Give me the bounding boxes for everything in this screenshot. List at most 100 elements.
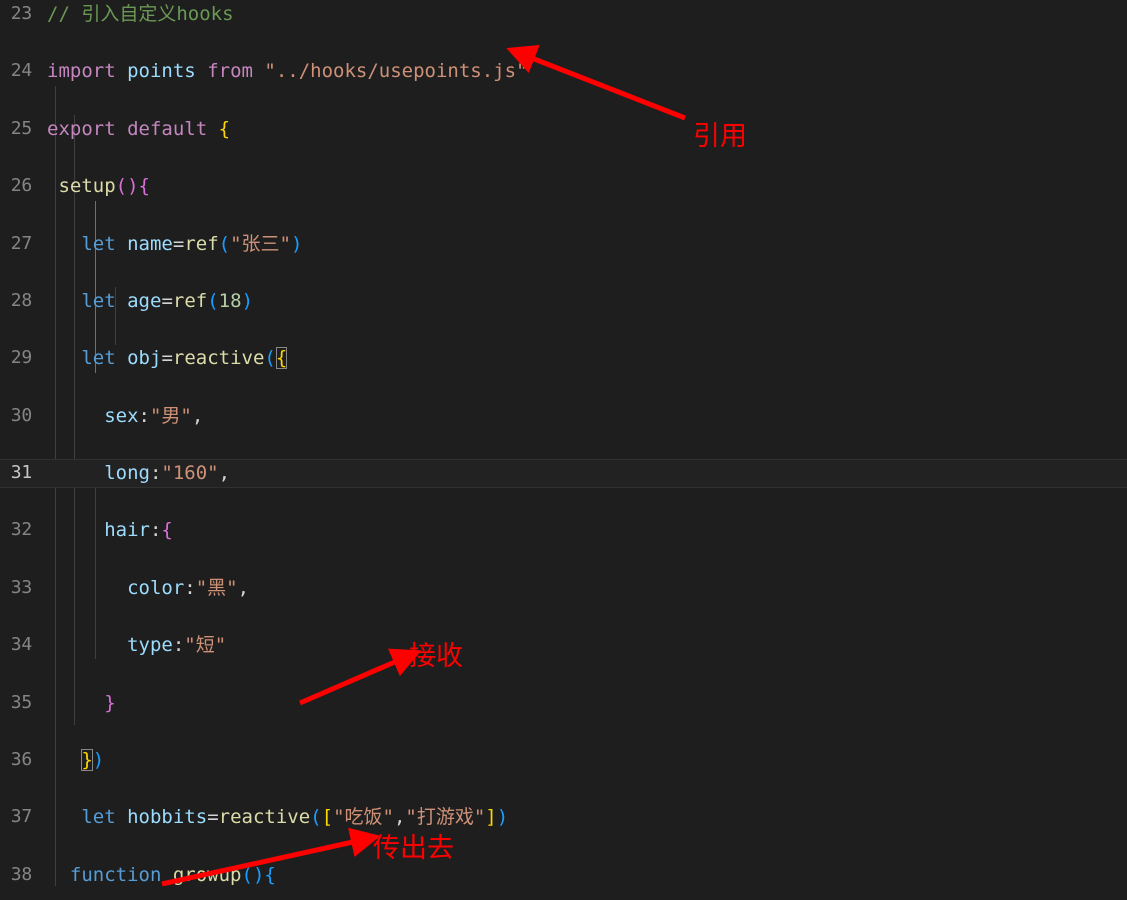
- paren-close: ): [92, 749, 105, 772]
- hair-key: hair: [104, 519, 150, 542]
- paren-close: ): [241, 289, 254, 312]
- type-key: type: [127, 634, 173, 657]
- line-number: 25: [10, 117, 32, 139]
- code-line-31-active[interactable]: 31 long:"160",: [0, 459, 1127, 488]
- brace-open: {: [161, 519, 173, 542]
- line-number: 26: [10, 175, 32, 197]
- line-content: setup(){: [47, 172, 150, 201]
- line-number: 38: [10, 863, 32, 885]
- line-content: let name=ref("张三"): [81, 232, 303, 255]
- code-line-33[interactable]: 33 color:"黑",: [0, 574, 1127, 603]
- sex-value: "男": [149, 404, 192, 427]
- comma: ,: [393, 806, 406, 829]
- line-content: hair:{: [104, 519, 173, 542]
- paren-close: ): [291, 232, 303, 255]
- line-number: 37: [10, 806, 32, 828]
- line-number: 24: [10, 60, 32, 82]
- let-keyword: let: [81, 806, 116, 829]
- code-line-26[interactable]: 26 setup(){: [0, 172, 1127, 201]
- function-keyword: function: [69, 863, 162, 886]
- bracket-open: [: [321, 806, 334, 829]
- import-binding: points: [127, 60, 196, 83]
- code-line-30[interactable]: 30 sex:"男",: [0, 402, 1127, 431]
- line-content: let age=ref(18): [81, 289, 254, 312]
- from-keyword: from: [207, 60, 253, 83]
- line-content: let obj=reactive({: [81, 347, 288, 370]
- line-number: 33: [10, 576, 32, 598]
- reactive-function: reactive: [218, 806, 311, 829]
- import-keyword: import: [47, 60, 116, 83]
- line-content: // 引入自定义hooks: [47, 0, 234, 29]
- line-number: 34: [10, 634, 32, 656]
- line-content: type:"短": [127, 634, 227, 657]
- paren-pair: (): [241, 863, 265, 886]
- line-content: }): [47, 746, 104, 775]
- comma: ,: [237, 576, 250, 599]
- bracket-close: ]: [485, 806, 497, 829]
- code-line-29[interactable]: 29 let obj=reactive({: [0, 344, 1127, 373]
- line-number: 27: [10, 232, 32, 254]
- line-number-active: 31: [10, 462, 32, 484]
- code-line-23[interactable]: 23 // 引入自定义hooks: [0, 0, 1127, 29]
- brace-open: {: [218, 117, 231, 140]
- reactive-function: reactive: [172, 347, 265, 370]
- paren-close: ): [496, 806, 509, 829]
- paren-open: (: [264, 347, 276, 370]
- growup-function-name: growup: [172, 863, 242, 886]
- code-line-34[interactable]: 34 type:"短": [0, 631, 1127, 660]
- age-variable: age: [127, 289, 162, 312]
- code-line-25[interactable]: 25 export default {: [0, 115, 1127, 144]
- name-value: "张三": [230, 232, 291, 255]
- line-content: sex:"男",: [104, 404, 204, 427]
- let-keyword: let: [81, 232, 116, 255]
- line-number: 30: [10, 404, 32, 426]
- ref-function: ref: [184, 232, 219, 255]
- code-editor[interactable]: 23 // 引入自定义hooks 24 import points from "…: [0, 0, 1127, 886]
- code-line-35[interactable]: 35 }: [0, 689, 1127, 718]
- code-line-32[interactable]: 32 hair:{: [0, 516, 1127, 545]
- brace-open: {: [264, 863, 276, 886]
- line-number: 28: [10, 289, 32, 311]
- line-content: import points from "../hooks/usepoints.j…: [47, 57, 528, 86]
- line-content: long:"160",: [104, 462, 231, 485]
- code-line-28[interactable]: 28 let age=ref(18): [0, 287, 1127, 316]
- code-line-38[interactable]: 38 function growup(){: [0, 861, 1127, 886]
- paren-open: (: [218, 232, 231, 255]
- let-keyword: let: [81, 289, 116, 312]
- hobbits-variable: hobbits: [127, 806, 208, 829]
- brace-close: }: [104, 691, 116, 714]
- type-value: "短": [184, 634, 227, 657]
- color-value: "黑": [195, 576, 238, 599]
- code-line-36[interactable]: 36 }): [0, 746, 1127, 775]
- line-number: 32: [10, 519, 32, 541]
- age-value: 18: [218, 289, 242, 312]
- import-path: "../hooks/usepoints.js": [264, 60, 528, 83]
- line-content: function growup(){: [47, 861, 276, 886]
- default-keyword: default: [127, 117, 208, 140]
- comma: ,: [218, 462, 231, 485]
- paren-pair: (): [115, 175, 139, 198]
- line-number: 35: [10, 691, 32, 713]
- hobbit-2: "打游戏": [405, 806, 486, 829]
- sex-key: sex: [104, 404, 139, 427]
- code-lines[interactable]: 23 // 引入自定义hooks 24 import points from "…: [0, 0, 1127, 886]
- brace-open-matched: {: [275, 347, 288, 370]
- line-content: }: [47, 689, 116, 718]
- long-key: long: [104, 462, 150, 485]
- long-value: "160": [161, 462, 219, 485]
- comma: ,: [191, 404, 204, 427]
- color-key: color: [127, 576, 185, 599]
- ref-function: ref: [172, 289, 208, 312]
- comment-token: // 引入自定义hooks: [47, 3, 234, 25]
- code-line-27[interactable]: 27 let name=ref("张三"): [0, 230, 1127, 259]
- line-content: export default {: [47, 115, 230, 144]
- paren-open: (: [207, 289, 219, 312]
- export-keyword: export: [47, 117, 116, 140]
- code-line-24[interactable]: 24 import points from "../hooks/usepoint…: [0, 57, 1127, 86]
- obj-variable: obj: [127, 347, 162, 370]
- code-line-37[interactable]: 37 let hobbits=reactive(["吃饭","打游戏"]): [0, 803, 1127, 832]
- brace-open: {: [138, 175, 150, 198]
- line-content: let hobbits=reactive(["吃饭","打游戏"]): [81, 806, 509, 829]
- paren-open: (: [310, 806, 322, 829]
- hobbit-1: "吃饭": [333, 806, 394, 829]
